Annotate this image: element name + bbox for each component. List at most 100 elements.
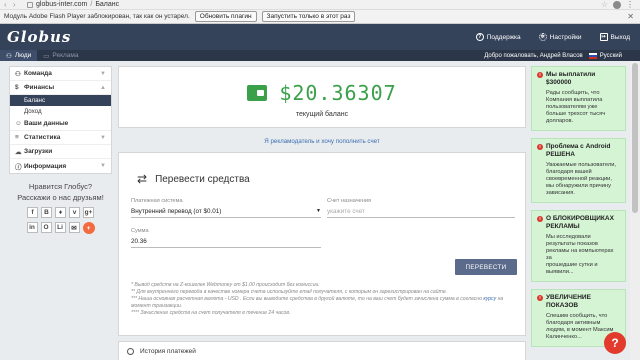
news-line: благодаря активным: [546, 320, 601, 326]
url-domain: globus-inter.com: [36, 1, 88, 8]
close-icon[interactable]: ✕: [627, 12, 634, 21]
news-line: рекламы на компьютерах за: [546, 248, 614, 261]
note-2: ** Для внутреннего перевода в качестве н…: [131, 289, 448, 295]
odnoklassniki-alt-icon[interactable]: O: [40, 222, 52, 233]
amount-label: Сумма: [131, 228, 149, 234]
clock-icon: [127, 348, 134, 355]
tab-people[interactable]: ⚇ Люди: [0, 50, 38, 61]
exchange-rate-link[interactable]: курсу: [483, 296, 496, 302]
news-line: благодаря вашей: [546, 169, 592, 175]
news-title: О БЛОКИРОВЩИКАХ РЕКЛАМЫ: [546, 215, 614, 230]
sidebar-subitem-income[interactable]: Доход: [10, 106, 111, 117]
news-line: больше трехсот тысяч: [546, 111, 606, 117]
transfer-notes: * Вывод средств на Z-кошелек Webmoney от…: [131, 282, 521, 317]
sidebar-item-team[interactable]: ⚇ Команда ▼: [10, 67, 111, 81]
news-line: Уважаемые пользователи,: [546, 162, 616, 168]
payment-system-select[interactable]: Внутренний перевод (от $0.01) ▼: [131, 208, 321, 218]
more-share-icon[interactable]: +: [82, 222, 95, 234]
logout-button[interactable]: ↦ Выход: [599, 33, 630, 41]
gear-icon: ✲: [538, 33, 547, 41]
history-title: История платежей: [140, 348, 196, 355]
chevron-down-icon: ▼: [100, 163, 106, 169]
news-line: пользователям уже: [546, 104, 598, 110]
news-line: своевременной реакции,: [546, 176, 612, 182]
facebook-icon[interactable]: f: [27, 207, 38, 218]
user-icon: ☺: [15, 120, 22, 127]
news-line: прошедшие сутки и: [546, 262, 598, 268]
news-line: результаты показов: [546, 241, 598, 247]
balance-label: текущий баланс: [295, 111, 349, 118]
help-chat-button[interactable]: ?: [604, 332, 626, 354]
alert-icon: !: [537, 144, 543, 150]
sidebar-item-label: Финансы: [24, 84, 55, 91]
payment-system-label: Платежная система: [131, 198, 183, 204]
chevron-up-icon: ▲: [100, 84, 106, 91]
alert-icon: !: [537, 216, 543, 222]
balance-card: $20.36307 текущий баланс: [118, 66, 526, 128]
advertiser-topup-link[interactable]: Я рекламодатель и хочу пополнить счет: [118, 138, 526, 145]
news-line: Спешим сообщить, что: [546, 313, 608, 319]
news-item[interactable]: ! Проблема с Android РЕШЕНА Уважаемые пол…: [531, 138, 626, 203]
transfer-title: Перевести средства: [155, 173, 250, 185]
page-scrollbar[interactable]: [630, 61, 640, 360]
note-3-text: *** Наша основная расчетная валюта - USD…: [131, 296, 484, 302]
news-line: зависания.: [546, 190, 575, 196]
news-title: Проблема с Android РЕШЕНА: [546, 143, 611, 158]
sidebar-item-profile[interactable]: ☺ Ваши данные: [10, 117, 111, 131]
address-bar[interactable]: globus-inter.com / Баланс: [36, 1, 119, 8]
sidebar-item-downloads[interactable]: ☁ Загрузки: [10, 145, 111, 159]
logout-icon: ↦: [599, 33, 608, 41]
ads-icon: ▭: [43, 52, 50, 60]
news-line: Мы исследовали: [546, 234, 591, 240]
account-input[interactable]: укажите счет: [327, 208, 515, 218]
share-subtitle: Расскажи о нас друзьям!: [17, 193, 104, 202]
news-item[interactable]: ! Мы выплатили $300000 Рады сообщить, что…: [531, 66, 626, 131]
note-4: **** Зачисление средств на счет получате…: [131, 310, 291, 316]
email-icon[interactable]: ✉: [68, 222, 80, 233]
payment-history-card[interactable]: История платежей: [118, 341, 526, 360]
app-logo[interactable]: Globus: [7, 28, 71, 46]
sub-navigation: ⚇ Люди ▭ Реклама Добро пожаловать, Андре…: [0, 50, 640, 61]
amount-input[interactable]: 20.36: [131, 238, 321, 248]
dropdown-caret-icon: ▼: [316, 208, 321, 214]
logout-label: Выход: [610, 33, 630, 41]
balance-amount: $20.36307: [279, 81, 397, 105]
tab-ads-label: Реклама: [52, 52, 79, 59]
browser-menu-icon[interactable]: ⋮: [626, 0, 634, 9]
update-plugin-button[interactable]: Обновить плагин: [194, 11, 257, 22]
transfer-button[interactable]: ПЕРЕВЕСТИ: [455, 259, 517, 275]
wallet-icon: [247, 85, 268, 101]
language-selector[interactable]: Русский: [588, 52, 622, 59]
liveinternet-icon[interactable]: Li: [54, 222, 66, 233]
flash-warning-bar: Модуль Adobe Flash Player заблокирован, …: [0, 10, 640, 24]
vk-blog-icon[interactable]: B: [41, 207, 52, 218]
alert-icon: !: [537, 72, 543, 78]
url-separator: /: [90, 1, 93, 8]
scrollbar-thumb[interactable]: [632, 63, 638, 213]
back-forward-icon[interactable]: ‹ ›: [4, 0, 24, 9]
sidebar-item-stats[interactable]: ≡ Статистика ▼: [10, 131, 111, 145]
bookmark-star-icon[interactable]: ☆: [601, 0, 608, 9]
sidebar-item-finance[interactable]: $ Финансы ▲: [10, 81, 111, 95]
chevron-down-icon: ▼: [100, 70, 106, 77]
transfer-arrows-icon: ⇄: [137, 172, 148, 186]
settings-button[interactable]: ✲ Настройки: [538, 33, 582, 41]
tab-ads[interactable]: ▭ Реклама: [37, 50, 84, 61]
sidebar-item-label: Статистика: [24, 134, 61, 141]
cloud-icon: ☁: [15, 148, 22, 156]
news-item[interactable]: ! О БЛОКИРОВЩИКАХ РЕКЛАМЫ Мы исследовали …: [531, 210, 626, 282]
google-plus-icon[interactable]: g+: [83, 207, 94, 218]
odnoklassniki-icon[interactable]: ♦: [55, 207, 66, 218]
linkedin-icon[interactable]: in: [26, 222, 38, 233]
vimeo-icon[interactable]: v: [69, 207, 80, 218]
sidebar-subitem-balance[interactable]: Баланс: [10, 95, 111, 106]
support-button[interactable]: ? Поддержка: [475, 33, 521, 41]
sidebar: ⚇ Команда ▼ $ Финансы ▲ Баланс Доход ☺ В…: [9, 66, 112, 174]
sidebar-item-info[interactable]: ⓘ Информация ▼: [10, 159, 111, 173]
app-header: Globus ? Поддержка ✲ Настройки ↦ Выход: [0, 24, 640, 50]
share-title: Нравится Глобус?: [28, 182, 93, 191]
info-icon: ⓘ: [15, 164, 22, 171]
run-once-button[interactable]: Запустить только в этот раз: [261, 11, 356, 22]
profile-avatar[interactable]: [613, 0, 621, 9]
team-icon: ⚇: [15, 70, 21, 78]
